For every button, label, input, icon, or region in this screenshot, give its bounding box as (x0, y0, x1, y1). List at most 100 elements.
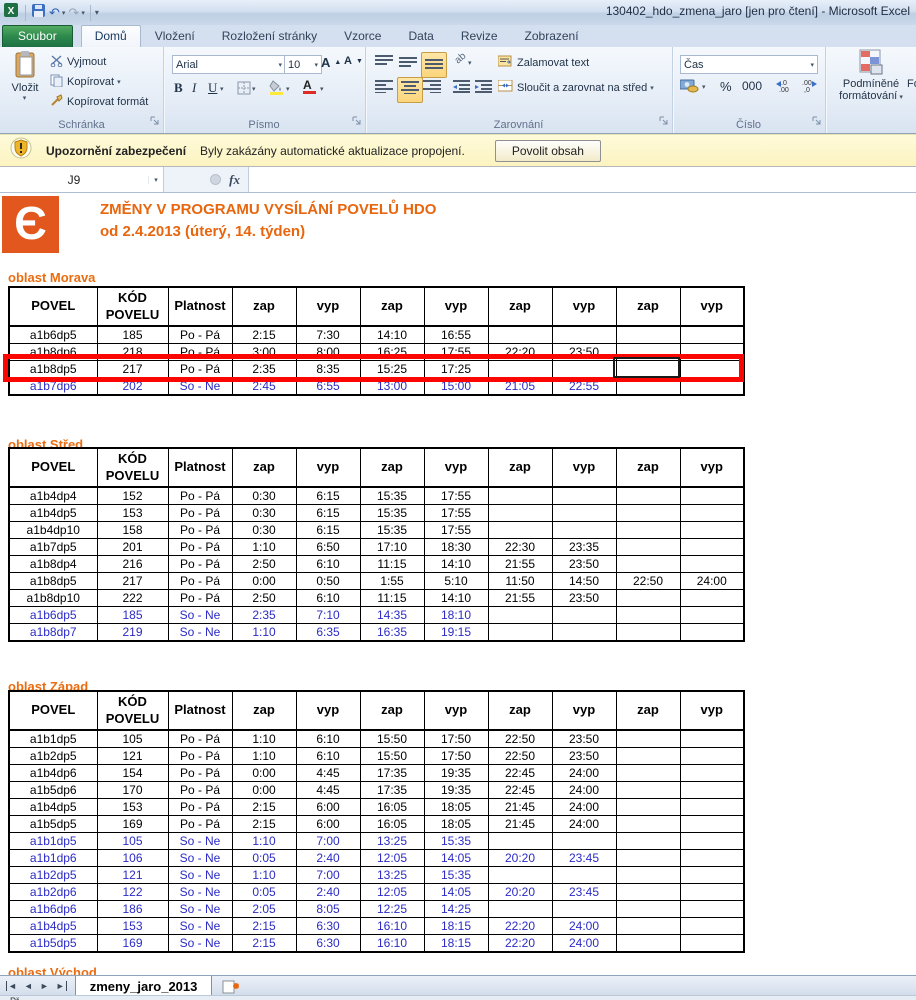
header-cell[interactable]: POVEL (9, 287, 97, 326)
cell[interactable]: 2:15 (232, 816, 296, 833)
cell[interactable]: 122 (97, 884, 168, 901)
cell[interactable]: 20:20 (488, 850, 552, 867)
cell[interactable]: 2:15 (232, 799, 296, 816)
cell[interactable] (616, 833, 680, 850)
cell[interactable]: 21:55 (488, 556, 552, 573)
cell[interactable] (680, 607, 744, 624)
cell[interactable] (616, 590, 680, 607)
cell[interactable]: 11:15 (360, 590, 424, 607)
cell[interactable]: 20:20 (488, 884, 552, 901)
cell[interactable] (680, 539, 744, 556)
cell[interactable]: 4:45 (296, 782, 360, 799)
bold-button[interactable]: B (174, 80, 183, 96)
cell[interactable]: 105 (97, 730, 168, 748)
worksheet-area[interactable]: Є ZMĚNY V PROGRAMU VYSÍLÁNÍ POVELŮ HDO o… (0, 193, 916, 975)
header-cell[interactable]: vyp (680, 691, 744, 730)
cell[interactable]: 14:35 (360, 607, 424, 624)
cell[interactable]: 15:35 (360, 487, 424, 505)
cell[interactable] (680, 833, 744, 850)
cell[interactable]: 7:00 (296, 867, 360, 884)
cell[interactable]: 22:20 (488, 935, 552, 953)
cell[interactable]: 185 (97, 326, 168, 344)
align-center-icon[interactable] (397, 77, 423, 103)
cell[interactable]: 2:05 (232, 901, 296, 918)
align-top-icon[interactable] (375, 55, 393, 73)
cell[interactable] (680, 590, 744, 607)
cell[interactable] (680, 765, 744, 782)
cell[interactable] (616, 782, 680, 799)
cell[interactable]: 14:10 (360, 326, 424, 344)
cell[interactable]: 15:35 (360, 505, 424, 522)
cell[interactable] (680, 748, 744, 765)
paste-button[interactable]: Vložit ▾ (6, 51, 44, 102)
cell[interactable]: Po - Pá (168, 326, 232, 344)
cell[interactable]: a1b8dp7 (9, 624, 97, 642)
cell[interactable]: 23:50 (552, 556, 616, 573)
cell[interactable]: a1b5dp5 (9, 816, 97, 833)
percent-style-button[interactable]: % (720, 79, 732, 94)
cell[interactable] (616, 487, 680, 505)
cell[interactable]: a1b6dp5 (9, 607, 97, 624)
cell[interactable]: 23:45 (552, 850, 616, 867)
cell[interactable]: 22:20 (488, 918, 552, 935)
insert-function-icon[interactable]: fx (229, 172, 240, 188)
cell[interactable]: Po - Pá (168, 505, 232, 522)
cell[interactable]: 2:35 (232, 607, 296, 624)
cell[interactable]: a1b7dp5 (9, 539, 97, 556)
cell[interactable]: 22:50 (488, 730, 552, 748)
cell[interactable]: 18:05 (424, 816, 488, 833)
cell[interactable]: 169 (97, 816, 168, 833)
cell[interactable]: 23:45 (552, 884, 616, 901)
enable-content-button[interactable]: Povolit obsah (495, 140, 601, 162)
cell[interactable]: 222 (97, 590, 168, 607)
cell[interactable] (488, 607, 552, 624)
cell[interactable]: 23:35 (552, 539, 616, 556)
cell[interactable]: a1b4dp5 (9, 505, 97, 522)
cell[interactable]: 5:10 (424, 573, 488, 590)
cell[interactable] (552, 624, 616, 642)
cell[interactable] (616, 816, 680, 833)
font-size-combo[interactable]: 10 ▾ (284, 55, 322, 74)
cell[interactable]: 19:35 (424, 765, 488, 782)
cell[interactable]: 216 (97, 556, 168, 573)
cell[interactable]: 15:35 (424, 833, 488, 850)
cell[interactable]: 18:15 (424, 918, 488, 935)
pismo-dialog-launcher-icon[interactable] (352, 112, 361, 130)
cell[interactable]: 18:10 (424, 607, 488, 624)
cell[interactable]: 22:30 (488, 539, 552, 556)
fill-color-dropdown-icon[interactable]: ▾ (286, 85, 290, 93)
cell[interactable]: 17:55 (424, 487, 488, 505)
header-cell[interactable]: Platnost (168, 287, 232, 326)
cell[interactable]: 2:50 (232, 590, 296, 607)
cell[interactable] (488, 901, 552, 918)
cell[interactable]: 7:00 (296, 833, 360, 850)
cell[interactable]: Po - Pá (168, 730, 232, 748)
increase-indent-icon[interactable] (475, 80, 492, 98)
cell[interactable]: a1b8dp10 (9, 590, 97, 607)
italic-button[interactable]: I (192, 80, 196, 96)
cell[interactable]: a1b4dp5 (9, 918, 97, 935)
cell[interactable]: 22:45 (488, 782, 552, 799)
cell[interactable]: 24:00 (552, 765, 616, 782)
cell[interactable]: 14:10 (424, 556, 488, 573)
cell[interactable] (616, 730, 680, 748)
header-cell[interactable]: vyp (680, 287, 744, 326)
cell[interactable] (680, 918, 744, 935)
header-cell[interactable]: zap (360, 287, 424, 326)
cell[interactable]: So - Ne (168, 935, 232, 953)
cell[interactable] (680, 487, 744, 505)
cell[interactable] (680, 556, 744, 573)
merge-dropdown-icon[interactable]: ▾ (650, 84, 654, 92)
cell[interactable]: 16:05 (360, 816, 424, 833)
cell[interactable] (616, 624, 680, 642)
cell[interactable]: So - Ne (168, 624, 232, 642)
cell[interactable]: a1b4dp10 (9, 522, 97, 539)
cell[interactable]: 13:25 (360, 833, 424, 850)
schranka-dialog-launcher-icon[interactable] (150, 112, 159, 130)
cell[interactable]: 153 (97, 918, 168, 935)
cell[interactable]: 219 (97, 624, 168, 642)
cell[interactable]: a1b5dp5 (9, 935, 97, 953)
cell[interactable]: 0:30 (232, 505, 296, 522)
copy-dropdown-icon[interactable]: ▾ (117, 78, 121, 86)
orientation-dropdown-icon[interactable]: ▾ (468, 59, 472, 67)
